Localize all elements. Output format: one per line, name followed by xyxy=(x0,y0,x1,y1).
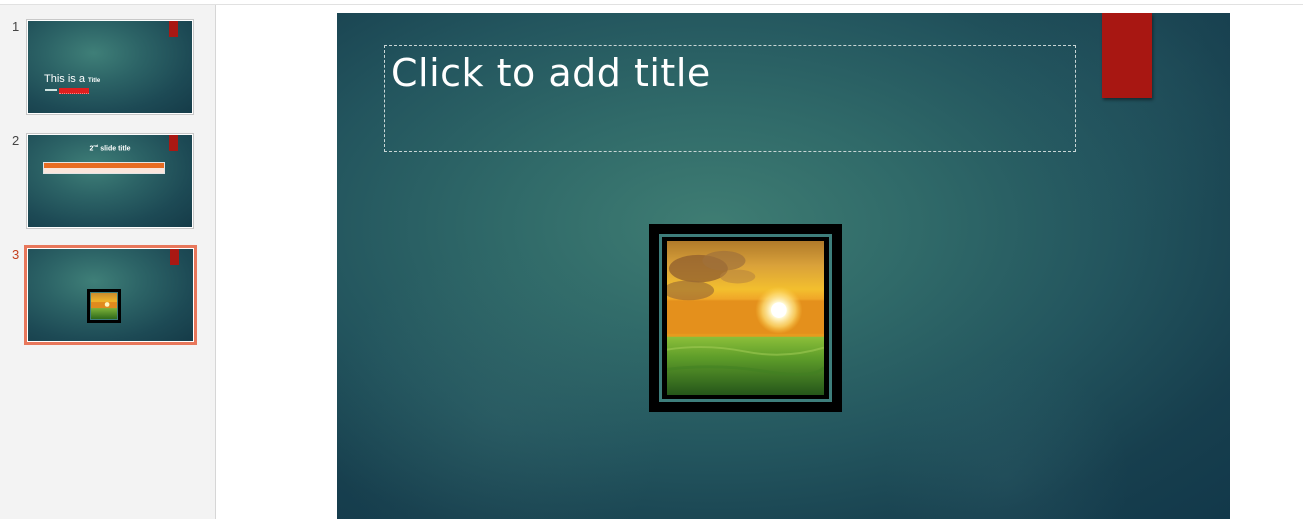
slide-number-2: 2 xyxy=(12,133,20,148)
red-ribbon-icon xyxy=(169,21,178,37)
slide-thumbnail-1[interactable]: This is a Title xyxy=(26,19,194,115)
sunset-field-image-icon xyxy=(666,240,825,396)
red-ribbon-decoration xyxy=(1102,13,1152,98)
thumbnail-2-table-row xyxy=(44,168,164,173)
title-placeholder[interactable]: Click to add title xyxy=(384,45,1076,152)
thumbnail-2-table xyxy=(43,162,165,174)
thumbnail-1-title-small: Title xyxy=(88,78,101,84)
slide-editing-canvas: Click to add title xyxy=(216,5,1303,519)
thumbnail-2-title-rest: slide title xyxy=(98,145,131,153)
thumbnail-3-picture xyxy=(87,289,121,323)
sunset-field-image-icon xyxy=(90,292,118,320)
thumbnail-row-3[interactable]: 3 xyxy=(0,245,215,347)
thumbnail-row-1[interactable]: 1 This is a Title xyxy=(0,19,215,119)
slide-thumbnail-2-preview: 2nd slide title xyxy=(28,135,192,227)
thumbnail-1-subtitle xyxy=(45,88,93,94)
slide-thumbnail-3-preview xyxy=(28,249,193,341)
slide-thumbnail-2[interactable]: 2nd slide title xyxy=(26,133,194,229)
thumbnail-row-2[interactable]: 2 2nd slide title xyxy=(0,133,215,233)
thumbnail-1-subtitle-red-text xyxy=(59,88,89,94)
thumbnail-1-subtitle-text xyxy=(45,89,57,91)
title-placeholder-text[interactable]: Click to add title xyxy=(391,51,711,95)
slide-thumbnail-pane: 1 This is a Title 2 2nd slide title 3 xyxy=(0,5,216,519)
slide-thumbnail-1-preview: This is a Title xyxy=(28,21,192,113)
slide-number-3: 3 xyxy=(12,247,20,262)
thumbnail-2-title: 2nd slide title xyxy=(28,143,192,152)
red-ribbon-icon xyxy=(170,249,179,265)
slide-thumbnail-3[interactable] xyxy=(24,245,197,345)
presentation-editor: 1 This is a Title 2 2nd slide title 3 Cl… xyxy=(0,0,1303,519)
slide-number-1: 1 xyxy=(12,19,20,34)
thumbnail-1-title-main: This is a xyxy=(44,73,85,85)
current-slide[interactable]: Click to add title xyxy=(337,13,1230,519)
slide-picture[interactable] xyxy=(649,224,842,412)
thumbnail-1-title: This is a Title xyxy=(44,73,100,85)
